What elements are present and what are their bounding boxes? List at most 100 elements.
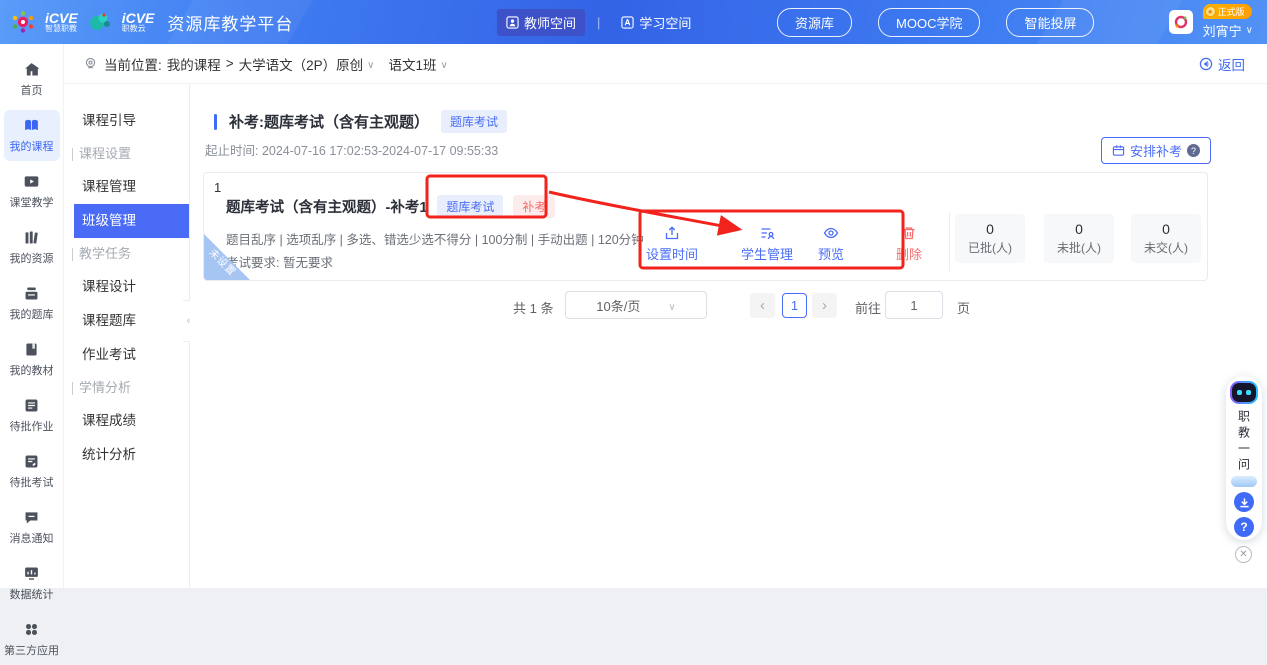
goto-label: 前往 <box>855 298 881 317</box>
resource-library-button[interactable]: 资源库 <box>777 8 852 37</box>
help-icon[interactable] <box>1187 144 1200 157</box>
page-title: 补考:题库考试（含有主观题） <box>229 111 429 132</box>
course-menu-item-course-design[interactable]: 课程设计 <box>64 270 189 304</box>
course-menu-section-teaching-tasks: 教学任务 <box>64 238 189 270</box>
sidebar-item-third-party-apps[interactable]: 第三方应用 <box>4 614 60 665</box>
page-size-value: 10条/页 <box>596 296 640 315</box>
icve-zhijiaoyun-logo-text: iCVE 职教云 <box>122 11 155 33</box>
student-manage-button[interactable]: 学生管理 <box>737 225 797 263</box>
sidebar-item-my-resources[interactable]: 我的资源 <box>4 222 60 273</box>
breadcrumb-root[interactable]: 我的课程 <box>167 54 221 74</box>
sidebar-item-classroom-teaching[interactable]: 课堂教学 <box>4 166 60 217</box>
sidebar-item-label: 我的题库 <box>10 306 54 322</box>
stat-graded: 0 已批(人) <box>955 214 1025 263</box>
help-circle-icon[interactable] <box>1234 517 1254 537</box>
user-area: 正式版 刘宵宁 <box>1169 0 1253 44</box>
assistant-float-widget[interactable]: 职教一问 <box>1226 376 1262 540</box>
pagination-total: 共 1 条 <box>513 298 553 317</box>
course-menu-section-learning-analysis: 学情分析 <box>64 372 189 404</box>
sidebar-item-my-courses[interactable]: 我的课程 <box>4 110 60 161</box>
stat-unsubmitted-value: 0 <box>1162 221 1170 237</box>
course-menu: 课程引导 课程设置 课程管理 班级管理 教学任务 课程设计 课程题库 作业考试 … <box>64 84 190 588</box>
space-divider: | <box>597 15 600 30</box>
version-badge: 正式版 <box>1203 4 1252 19</box>
location-pin-icon <box>84 57 97 70</box>
sidebar-item-data-statistics[interactable]: 数据统计 <box>4 558 60 609</box>
sidebar-item-exams-to-grade[interactable]: 待批考试 <box>4 446 60 497</box>
apps-icon <box>23 621 40 638</box>
sidebar-item-my-textbooks[interactable]: 我的教材 <box>4 334 60 385</box>
preview-eye-icon <box>823 225 839 241</box>
mooc-academy-button[interactable]: MOOC学院 <box>878 8 980 37</box>
stat-unsubmitted: 0 未交(人) <box>1131 214 1201 263</box>
course-menu-item-homework-exam[interactable]: 作业考试 <box>64 338 189 372</box>
page-size-select[interactable]: 10条/页 <box>565 291 707 319</box>
smart-cast-button[interactable]: 智能投屏 <box>1006 8 1094 37</box>
set-time-icon <box>664 225 680 241</box>
course-menu-item-course-question-bank[interactable]: 课程题库 <box>64 304 189 338</box>
course-menu-item-guide[interactable]: 课程引导 <box>64 104 189 138</box>
prev-page-button[interactable] <box>750 293 775 318</box>
back-label: 返回 <box>1218 54 1245 74</box>
card-divider <box>949 213 950 271</box>
sidebar-item-home[interactable]: 首页 <box>4 54 60 105</box>
close-widget-icon[interactable] <box>1235 546 1252 563</box>
sidebar-item-notifications[interactable]: 消息通知 <box>4 502 60 553</box>
stat-ungraded: 0 未批(人) <box>1044 214 1114 263</box>
course-menu-section-settings: 课程设置 <box>64 138 189 170</box>
set-time-button[interactable]: 设置时间 <box>642 225 702 263</box>
page-number-button[interactable]: 1 <box>782 293 807 318</box>
course-menu-item-course-management[interactable]: 课程管理 <box>64 170 189 204</box>
exam-title: 题库考试（含有主观题）-补考1 <box>226 196 427 217</box>
avatar[interactable] <box>1169 10 1193 34</box>
breadcrumb-prefix: 当前位置: <box>104 54 162 74</box>
breadcrumb-class-dropdown[interactable]: 语文1班 <box>389 54 448 74</box>
course-menu-item-statistical-analysis[interactable]: 统计分析 <box>64 438 189 472</box>
assistant-label: 职教一问 <box>1236 410 1253 474</box>
course-menu-item-class-management[interactable]: 班级管理 <box>74 204 189 238</box>
sidebar-item-my-question-bank[interactable]: 我的题库 <box>4 278 60 329</box>
pagination: 共 1 条 10条/页 1 前往 页 <box>203 290 1208 322</box>
icve-zhihui-logo-icon <box>10 9 36 35</box>
sidebar-item-label: 待批作业 <box>10 418 54 434</box>
delete-label: 删除 <box>896 244 922 263</box>
student-manage-label: 学生管理 <box>741 244 793 263</box>
chevron-down-icon <box>441 56 448 71</box>
preview-button[interactable]: 预览 <box>801 225 861 263</box>
stat-graded-value: 0 <box>986 221 994 237</box>
course-menu-item-course-grades[interactable]: 课程成绩 <box>64 404 189 438</box>
back-arrow-icon <box>1199 57 1213 71</box>
message-icon <box>23 509 40 526</box>
brand-area: iCVE 智慧职教 iCVE 职教云 资源库教学平台 <box>10 0 293 44</box>
sidebar-item-label: 我的教材 <box>10 362 54 378</box>
breadcrumb-course-dropdown[interactable]: 大学语文（2P）原创 <box>239 54 375 74</box>
back-button[interactable]: 返回 <box>1199 54 1245 74</box>
sidebar-item-homework-to-grade[interactable]: 待批作业 <box>4 390 60 441</box>
delete-button[interactable]: 删除 <box>879 225 939 263</box>
sidebar-item-label: 我的资源 <box>10 250 54 266</box>
teacher-space-label: 教师空间 <box>524 13 576 32</box>
next-page-button[interactable] <box>812 293 837 318</box>
teacher-space-button[interactable]: 教师空间 <box>497 9 585 36</box>
user-menu[interactable]: 刘宵宁 <box>1203 21 1253 40</box>
goto-page-input[interactable] <box>885 291 943 319</box>
sidebar-item-label: 待批考试 <box>10 474 54 490</box>
sidebar-item-label: 课堂教学 <box>10 194 54 210</box>
learning-space-icon <box>621 16 634 29</box>
stat-graded-label: 已批(人) <box>968 239 1012 256</box>
stats-icon <box>23 565 40 582</box>
learning-space-button[interactable]: 学习空间 <box>612 9 700 36</box>
exam-index: 1 <box>214 180 221 195</box>
chevron-down-icon <box>367 56 374 71</box>
exam-card: 1 题库考试（含有主观题）-补考1 题库考试 补考 题目乱序 | 选项乱序 | … <box>203 172 1208 281</box>
textbook-icon <box>23 341 40 358</box>
user-name: 刘宵宁 <box>1203 21 1242 40</box>
stat-unsubmitted-label: 未交(人) <box>1144 239 1188 256</box>
top-header: iCVE 智慧职教 iCVE 职教云 资源库教学平台 <box>0 0 1267 44</box>
schedule-makeup-exam-button[interactable]: 安排补考 <box>1101 137 1211 164</box>
download-icon[interactable] <box>1234 492 1254 512</box>
space-switcher: 教师空间 | 学习空间 <box>497 0 700 44</box>
robot-assistant-icon[interactable] <box>1230 381 1258 404</box>
homework-icon <box>23 397 40 414</box>
icve-zhihui-logo-text: iCVE 智慧职教 <box>45 11 78 33</box>
